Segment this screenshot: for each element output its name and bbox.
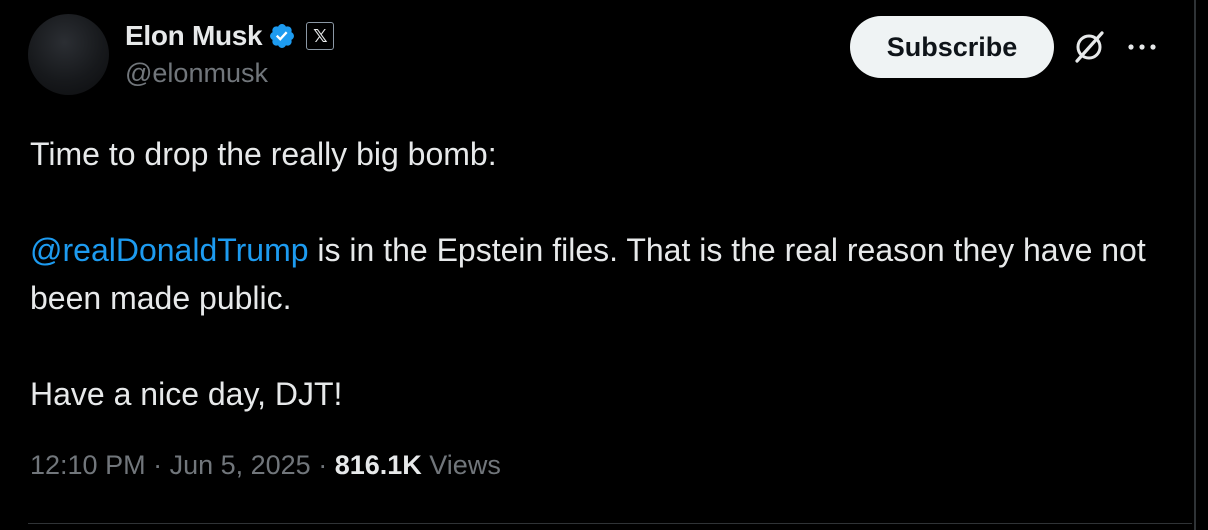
tweet-line: @realDonaldTrump is in the Epstein files… bbox=[30, 226, 1170, 322]
more-icon[interactable] bbox=[1124, 30, 1160, 64]
author-display-name[interactable]: Elon Musk bbox=[125, 20, 263, 52]
grok-icon[interactable] bbox=[1070, 28, 1108, 66]
verified-badge-icon[interactable] bbox=[268, 22, 296, 50]
tweet-date[interactable]: Jun 5, 2025 bbox=[170, 450, 311, 481]
tweet-line: Have a nice day, DJT! bbox=[30, 376, 343, 412]
meta-separator: · bbox=[310, 450, 335, 480]
mention-link[interactable]: @realDonaldTrump bbox=[30, 232, 309, 268]
affiliate-x-icon[interactable]: 𝕏 bbox=[306, 22, 335, 50]
meta-separator: · bbox=[145, 450, 170, 480]
author-name-row: Elon Musk 𝕏 bbox=[125, 16, 335, 56]
column-border bbox=[1194, 0, 1196, 530]
tweet-line: Time to drop the really big bomb: bbox=[30, 136, 497, 172]
divider bbox=[28, 523, 1192, 524]
tweet-meta: 12:10 PM · Jun 5, 2025 · 816.1K Views bbox=[30, 450, 501, 481]
avatar[interactable] bbox=[28, 14, 109, 95]
tweet-text: Time to drop the really big bomb: @realD… bbox=[30, 130, 1170, 418]
views-label: Views bbox=[421, 450, 501, 480]
views-count: 816.1K bbox=[334, 450, 422, 480]
author-handle[interactable]: @elonmusk bbox=[125, 58, 268, 89]
subscribe-button[interactable]: Subscribe bbox=[850, 16, 1054, 78]
tweet-time[interactable]: 12:10 PM bbox=[30, 450, 146, 481]
